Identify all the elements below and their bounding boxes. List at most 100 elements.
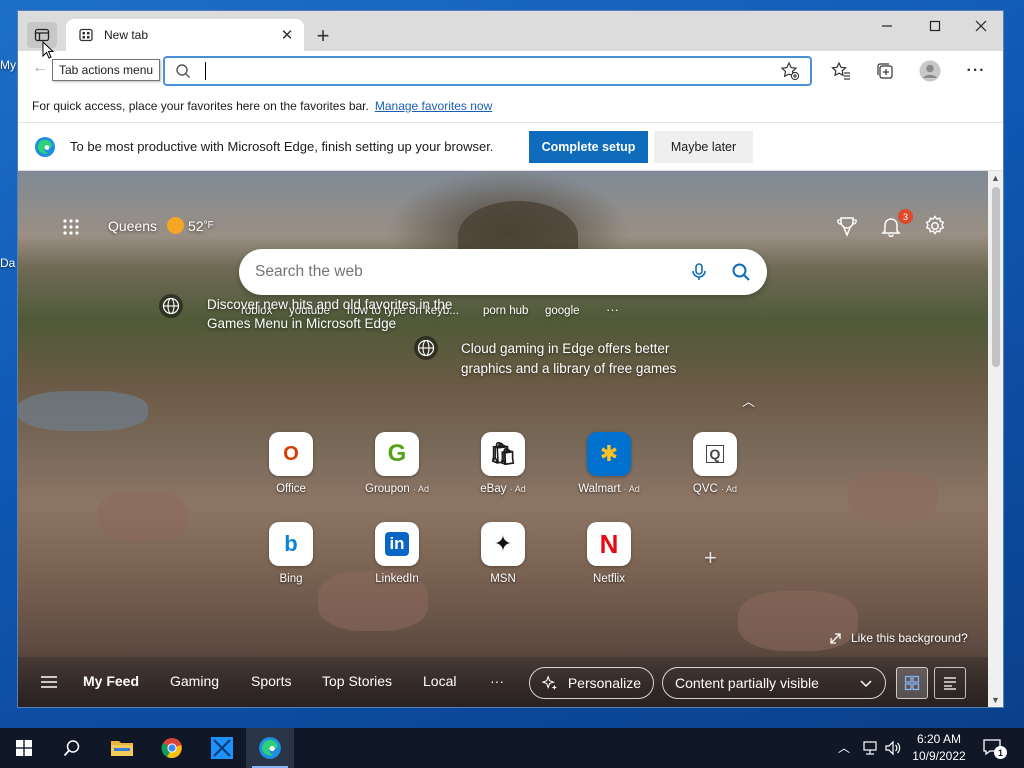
complete-setup-button[interactable]: Complete setup (529, 131, 648, 163)
collections-button[interactable] (874, 60, 896, 82)
profile-button[interactable] (919, 60, 941, 82)
more-suggestions-icon[interactable]: ··· (606, 302, 619, 317)
list-view-icon (944, 677, 956, 690)
taskbar-clock[interactable]: 6:20 AM 10/9/2022 (904, 731, 974, 765)
file-explorer-app[interactable] (98, 728, 146, 768)
network-icon[interactable] (862, 740, 880, 756)
notifications-button[interactable]: 3 (880, 209, 913, 242)
web-search-input[interactable] (255, 263, 689, 281)
start-button[interactable] (0, 728, 48, 768)
groupon-icon: G (375, 432, 419, 476)
clock-time: 6:20 AM (916, 732, 962, 746)
quick-link-office[interactable]: O Office (251, 432, 331, 495)
search-icon[interactable] (731, 262, 751, 282)
search-suggestion[interactable]: google (545, 305, 580, 317)
content-visibility-value: Content partially visible (675, 675, 819, 691)
weather-unit: °F (203, 220, 214, 231)
search-icon (63, 740, 80, 757)
background-rock (98, 491, 188, 541)
quick-link-linkedin[interactable]: in LinkedIn (357, 522, 437, 585)
tab-top-stories[interactable]: Top Stories (322, 673, 392, 689)
action-center-button[interactable]: 1 (982, 738, 1007, 761)
close-window-button[interactable] (958, 11, 1003, 41)
tile-glyph: ✱ (599, 441, 619, 466)
tile-glyph: Q (705, 445, 725, 463)
settings-more-button[interactable]: ··· (965, 60, 987, 82)
list-view-button[interactable] (934, 667, 966, 699)
rewards-button[interactable] (836, 215, 858, 242)
web-search-box[interactable] (239, 249, 767, 295)
chrome-icon (161, 738, 182, 759)
new-tab-page-icon (79, 28, 93, 42)
quick-link-bing[interactable]: b Bing (251, 522, 331, 585)
quick-link-netflix[interactable]: N Netflix (569, 522, 649, 585)
show-hidden-icons-chevron-icon[interactable]: ︿ (838, 739, 850, 756)
tab-new-tab[interactable]: New tab ✕ (66, 19, 304, 51)
taskbar-search-button[interactable] (48, 728, 96, 768)
tab-local[interactable]: Local (423, 673, 456, 689)
quick-link-msn[interactable]: ✦ MSN (463, 522, 543, 585)
cloud-gaming-promo[interactable]: Cloud gaming in Edge offers better graph… (413, 335, 676, 376)
tab-sports[interactable]: Sports (251, 673, 291, 689)
quick-link-walmart[interactable]: ✱ Walmart · Ad (569, 432, 649, 495)
app-tile-icon (211, 737, 233, 759)
maximize-button[interactable] (912, 11, 958, 41)
windows-logo-icon (16, 740, 32, 756)
collapse-chevron-icon[interactable]: ︿ (742, 391, 755, 410)
page-settings-button[interactable] (924, 215, 946, 242)
feed-menu-button[interactable] (40, 674, 58, 695)
tab-gaming[interactable]: Gaming (170, 673, 219, 689)
back-arrow-icon[interactable]: ← (32, 59, 48, 77)
manage-favorites-link[interactable]: Manage favorites now (375, 99, 492, 113)
maybe-later-button[interactable]: Maybe later (654, 131, 753, 163)
quick-link-groupon[interactable]: G Groupon · Ad (357, 432, 437, 495)
weather-widget[interactable]: Queens 52 °F (108, 217, 214, 234)
quick-link-qvc[interactable]: Q QVC · Ad (675, 432, 755, 495)
search-icon (176, 64, 190, 78)
snipping-app[interactable] (198, 728, 246, 768)
add-quick-link-button[interactable]: + (704, 545, 717, 571)
more-icon: ··· (966, 62, 986, 79)
scrollbar-thumb[interactable] (992, 187, 1000, 367)
folder-icon (111, 741, 133, 756)
tile-glyph: b (284, 531, 298, 556)
edge-logo-icon (35, 137, 55, 157)
page-scrollbar[interactable]: ▲ ▼ (988, 171, 1003, 707)
chrome-app[interactable] (148, 728, 196, 768)
add-favorite-icon[interactable] (780, 61, 800, 81)
edge-logo-icon (259, 737, 281, 759)
sun-icon (167, 217, 185, 234)
scroll-up-icon[interactable]: ▲ (991, 173, 1000, 183)
like-background-link[interactable]: Like this background? (829, 631, 968, 645)
scroll-down-icon[interactable]: ▼ (991, 695, 1000, 705)
tile-glyph: ✦ (493, 531, 513, 556)
games-promo[interactable]: Discover new hits and old favorites in t… (158, 293, 452, 331)
weather-location: Queens (108, 217, 158, 234)
address-input[interactable] (205, 62, 780, 80)
grid-view-button[interactable] (896, 667, 928, 699)
more-tabs-button[interactable]: ··· (490, 673, 504, 689)
tooltip: Tab actions menu (52, 59, 161, 81)
maximize-icon (929, 20, 941, 32)
notification-badge: 1 (994, 746, 1007, 759)
desktop-icon-label[interactable]: Da (0, 256, 15, 270)
favorites-button[interactable] (830, 60, 852, 82)
ad-label: · Ad (623, 484, 640, 494)
hamburger-icon (41, 676, 57, 688)
tab-my-feed[interactable]: My Feed (83, 673, 139, 689)
microphone-icon[interactable] (689, 262, 709, 282)
new-tab-button[interactable]: + (310, 23, 336, 49)
address-bar[interactable] (163, 56, 812, 86)
new-tab-page: Queens 52 °F 3 roblox youtube how to typ… (18, 171, 988, 707)
quick-link-ebay[interactable]: 🛍 eBay · Ad (463, 432, 543, 495)
search-suggestion[interactable]: porn hub (483, 305, 528, 317)
minimize-button[interactable] (864, 11, 910, 41)
apps-launcher-button[interactable] (62, 218, 80, 241)
volume-icon[interactable] (884, 740, 902, 756)
expand-icon (830, 632, 841, 644)
desktop-icon-label[interactable]: My (0, 58, 16, 72)
content-visibility-select[interactable]: Content partially visible (662, 667, 886, 699)
close-tab-icon[interactable]: ✕ (278, 26, 296, 44)
personalize-button[interactable]: Personalize (529, 667, 654, 699)
edge-app[interactable] (246, 728, 294, 768)
